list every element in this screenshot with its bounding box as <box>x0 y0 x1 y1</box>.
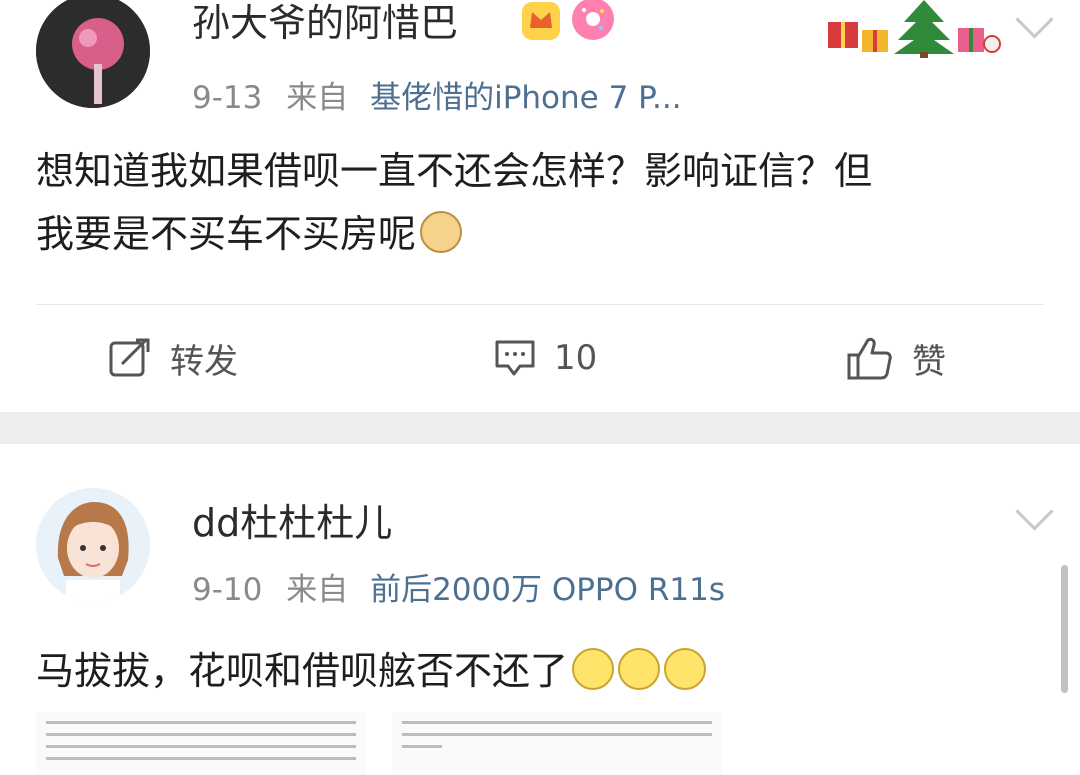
post-content-line-with-emoji: 我要是不买车不买房呢 <box>36 203 1040 266</box>
post-content-text: 马拔拔，花呗和借呗舷否不还了 <box>36 649 569 693</box>
image-text-line <box>402 733 712 736</box>
scrollbar[interactable] <box>1061 565 1068 693</box>
username[interactable]: dd杜杜杜儿 <box>192 492 392 547</box>
attached-image[interactable] <box>36 712 366 775</box>
post-meta: 9-13 来自 基佬惜的iPhone 7 P... <box>192 72 682 117</box>
avatar[interactable] <box>36 488 150 602</box>
image-text-line <box>46 721 356 724</box>
avatar-image <box>36 488 150 602</box>
doge-emoji <box>420 211 463 253</box>
like-button[interactable]: 赞 <box>846 335 946 382</box>
image-text-line <box>402 721 712 724</box>
post-separator <box>0 412 1080 444</box>
repost-label: 转发 <box>170 341 238 382</box>
post-date: 9-10 <box>192 572 263 608</box>
attached-image[interactable] <box>392 712 722 775</box>
username[interactable]: 孙大爷的阿惜巴 <box>192 0 458 47</box>
grin-emoji <box>572 648 615 690</box>
divider <box>36 304 1044 305</box>
post-content: 马拔拔，花呗和借呗舷否不还了 <box>36 640 1040 703</box>
christmas-tree-decoration <box>824 0 1002 62</box>
image-text-line <box>402 745 442 748</box>
grin-emoji <box>664 648 707 690</box>
chevron-down-icon[interactable] <box>1015 0 1054 39</box>
from-label: 来自 <box>286 572 349 608</box>
post-content-line: 想知道我如果借呗一直不还会怎样？影响证信？但 <box>36 149 873 193</box>
like-label: 赞 <box>912 341 946 382</box>
from-label: 来自 <box>286 80 349 116</box>
post-meta: 9-10 来自 前后2000万 OPPO R11s <box>192 564 725 609</box>
repost-button[interactable]: 转发 <box>108 335 238 382</box>
post-source[interactable]: 前后2000万 OPPO R11s <box>370 572 725 608</box>
post-content-line: 我要是不买车不买房呢 <box>36 212 417 256</box>
image-text-line <box>46 757 356 760</box>
like-icon <box>847 337 892 380</box>
grin-emoji <box>618 648 661 690</box>
avatar[interactable] <box>36 0 150 108</box>
donut-badge-icon <box>570 0 616 46</box>
avatar-image <box>36 0 150 108</box>
comment-button[interactable]: 10 <box>494 335 597 381</box>
post-content: 想知道我如果借呗一直不还会怎样？影响证信？但 我要是不买车不买房呢 <box>36 140 1040 266</box>
comment-icon <box>495 340 535 376</box>
repost-icon <box>109 338 150 377</box>
image-text-line <box>46 745 356 748</box>
post-date: 9-13 <box>192 80 263 116</box>
comment-count: 10 <box>554 338 598 378</box>
crown-badge-icon <box>520 0 562 46</box>
chevron-down-icon[interactable] <box>1015 492 1054 531</box>
post-source[interactable]: 基佬惜的iPhone 7 P... <box>370 80 682 116</box>
image-text-line <box>46 733 356 736</box>
